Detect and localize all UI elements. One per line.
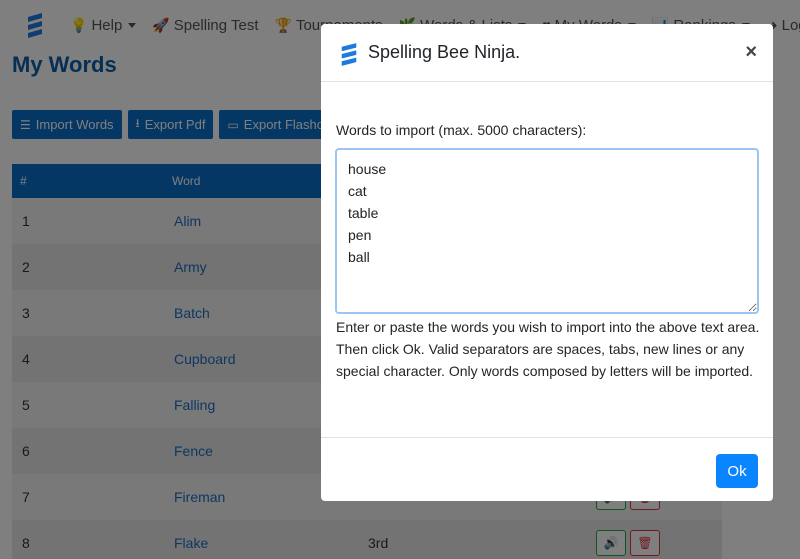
modal-header: Spelling Bee Ninja. × bbox=[321, 24, 773, 82]
ok-button[interactable]: Ok bbox=[716, 454, 758, 488]
words-field-label: Words to import (max. 5000 characters): bbox=[336, 122, 587, 138]
modal-footer: Ok bbox=[321, 437, 773, 501]
brand-logo-icon bbox=[341, 43, 357, 66]
close-button[interactable]: × bbox=[745, 42, 757, 62]
words-textarea[interactable] bbox=[335, 148, 759, 314]
help-text: Enter or paste the words you wish to imp… bbox=[336, 319, 760, 379]
import-words-modal: Spelling Bee Ninja. × Words to import (m… bbox=[321, 24, 773, 501]
modal-title: Spelling Bee Ninja. bbox=[368, 42, 521, 62]
